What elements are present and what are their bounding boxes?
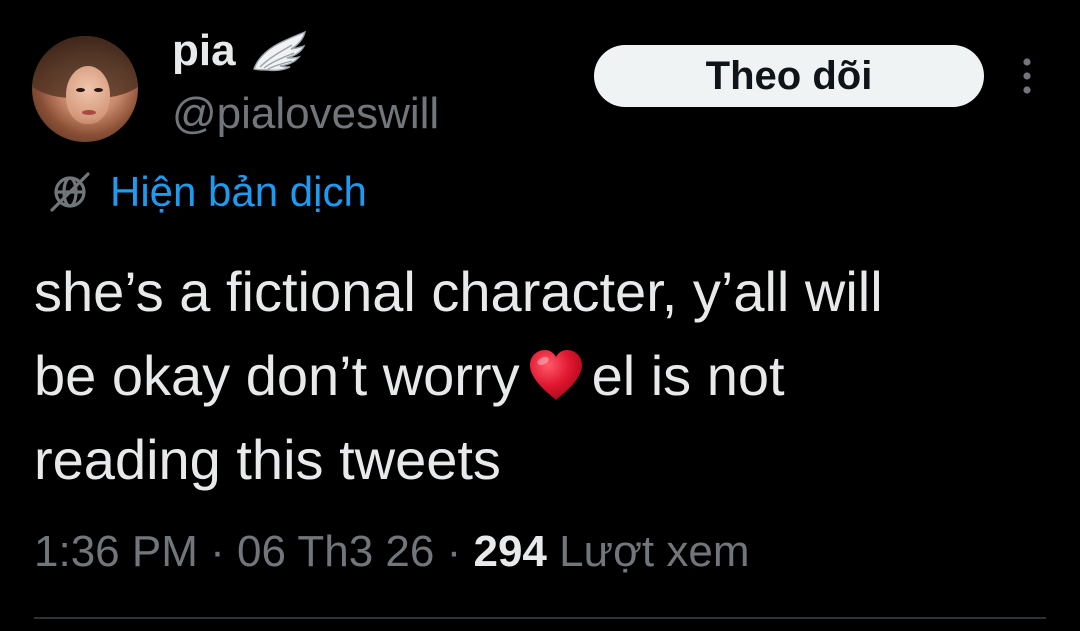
views-count[interactable]: 294 <box>473 527 546 576</box>
avatar[interactable] <box>32 36 138 142</box>
follow-button[interactable]: Theo dõi <box>594 45 984 107</box>
angel-wing-icon <box>252 30 306 72</box>
author-handle[interactable]: @pialoveswill <box>172 86 439 142</box>
tweet-text-line-1: she’s a fictional character, y’all will <box>34 260 883 323</box>
avatar-lips <box>82 110 96 115</box>
show-translation-row[interactable]: Hiện bản dịch <box>46 166 367 218</box>
divider <box>34 617 1046 619</box>
tweet-text-line-2b: el is not <box>591 344 785 407</box>
avatar-eye-left <box>76 88 85 92</box>
tweet-text: she’s a fictional character, y’all will … <box>34 250 1064 502</box>
tweet-time[interactable]: 1:36 PM <box>34 527 198 576</box>
show-translation-link[interactable]: Hiện bản dịch <box>110 166 367 218</box>
tweet-text-line-3: reading this tweets <box>34 428 501 491</box>
tweet-text-line-2a: be okay don’t worry <box>34 344 520 407</box>
tweet-date[interactable]: 06 Th3 26 <box>237 527 434 576</box>
meta-separator: · <box>446 527 462 576</box>
avatar-face <box>66 66 110 124</box>
more-vertical-icon[interactable] <box>1012 54 1042 98</box>
globe-icon <box>50 172 90 212</box>
author-display-name[interactable]: pia <box>172 26 236 76</box>
avatar-eye-right <box>94 88 103 92</box>
meta-separator: · <box>210 527 225 576</box>
tweet-card: pia @pialoveswill Theo dõi Hiện bản dịch <box>0 0 1080 631</box>
red-heart-emoji-icon <box>529 350 582 400</box>
tweet-meta-row: 1:36 PM · 06 Th3 26 · 294 Lượt xem <box>34 522 750 582</box>
author-name-row: pia <box>172 26 308 76</box>
views-label[interactable]: Lượt xem <box>559 527 749 576</box>
